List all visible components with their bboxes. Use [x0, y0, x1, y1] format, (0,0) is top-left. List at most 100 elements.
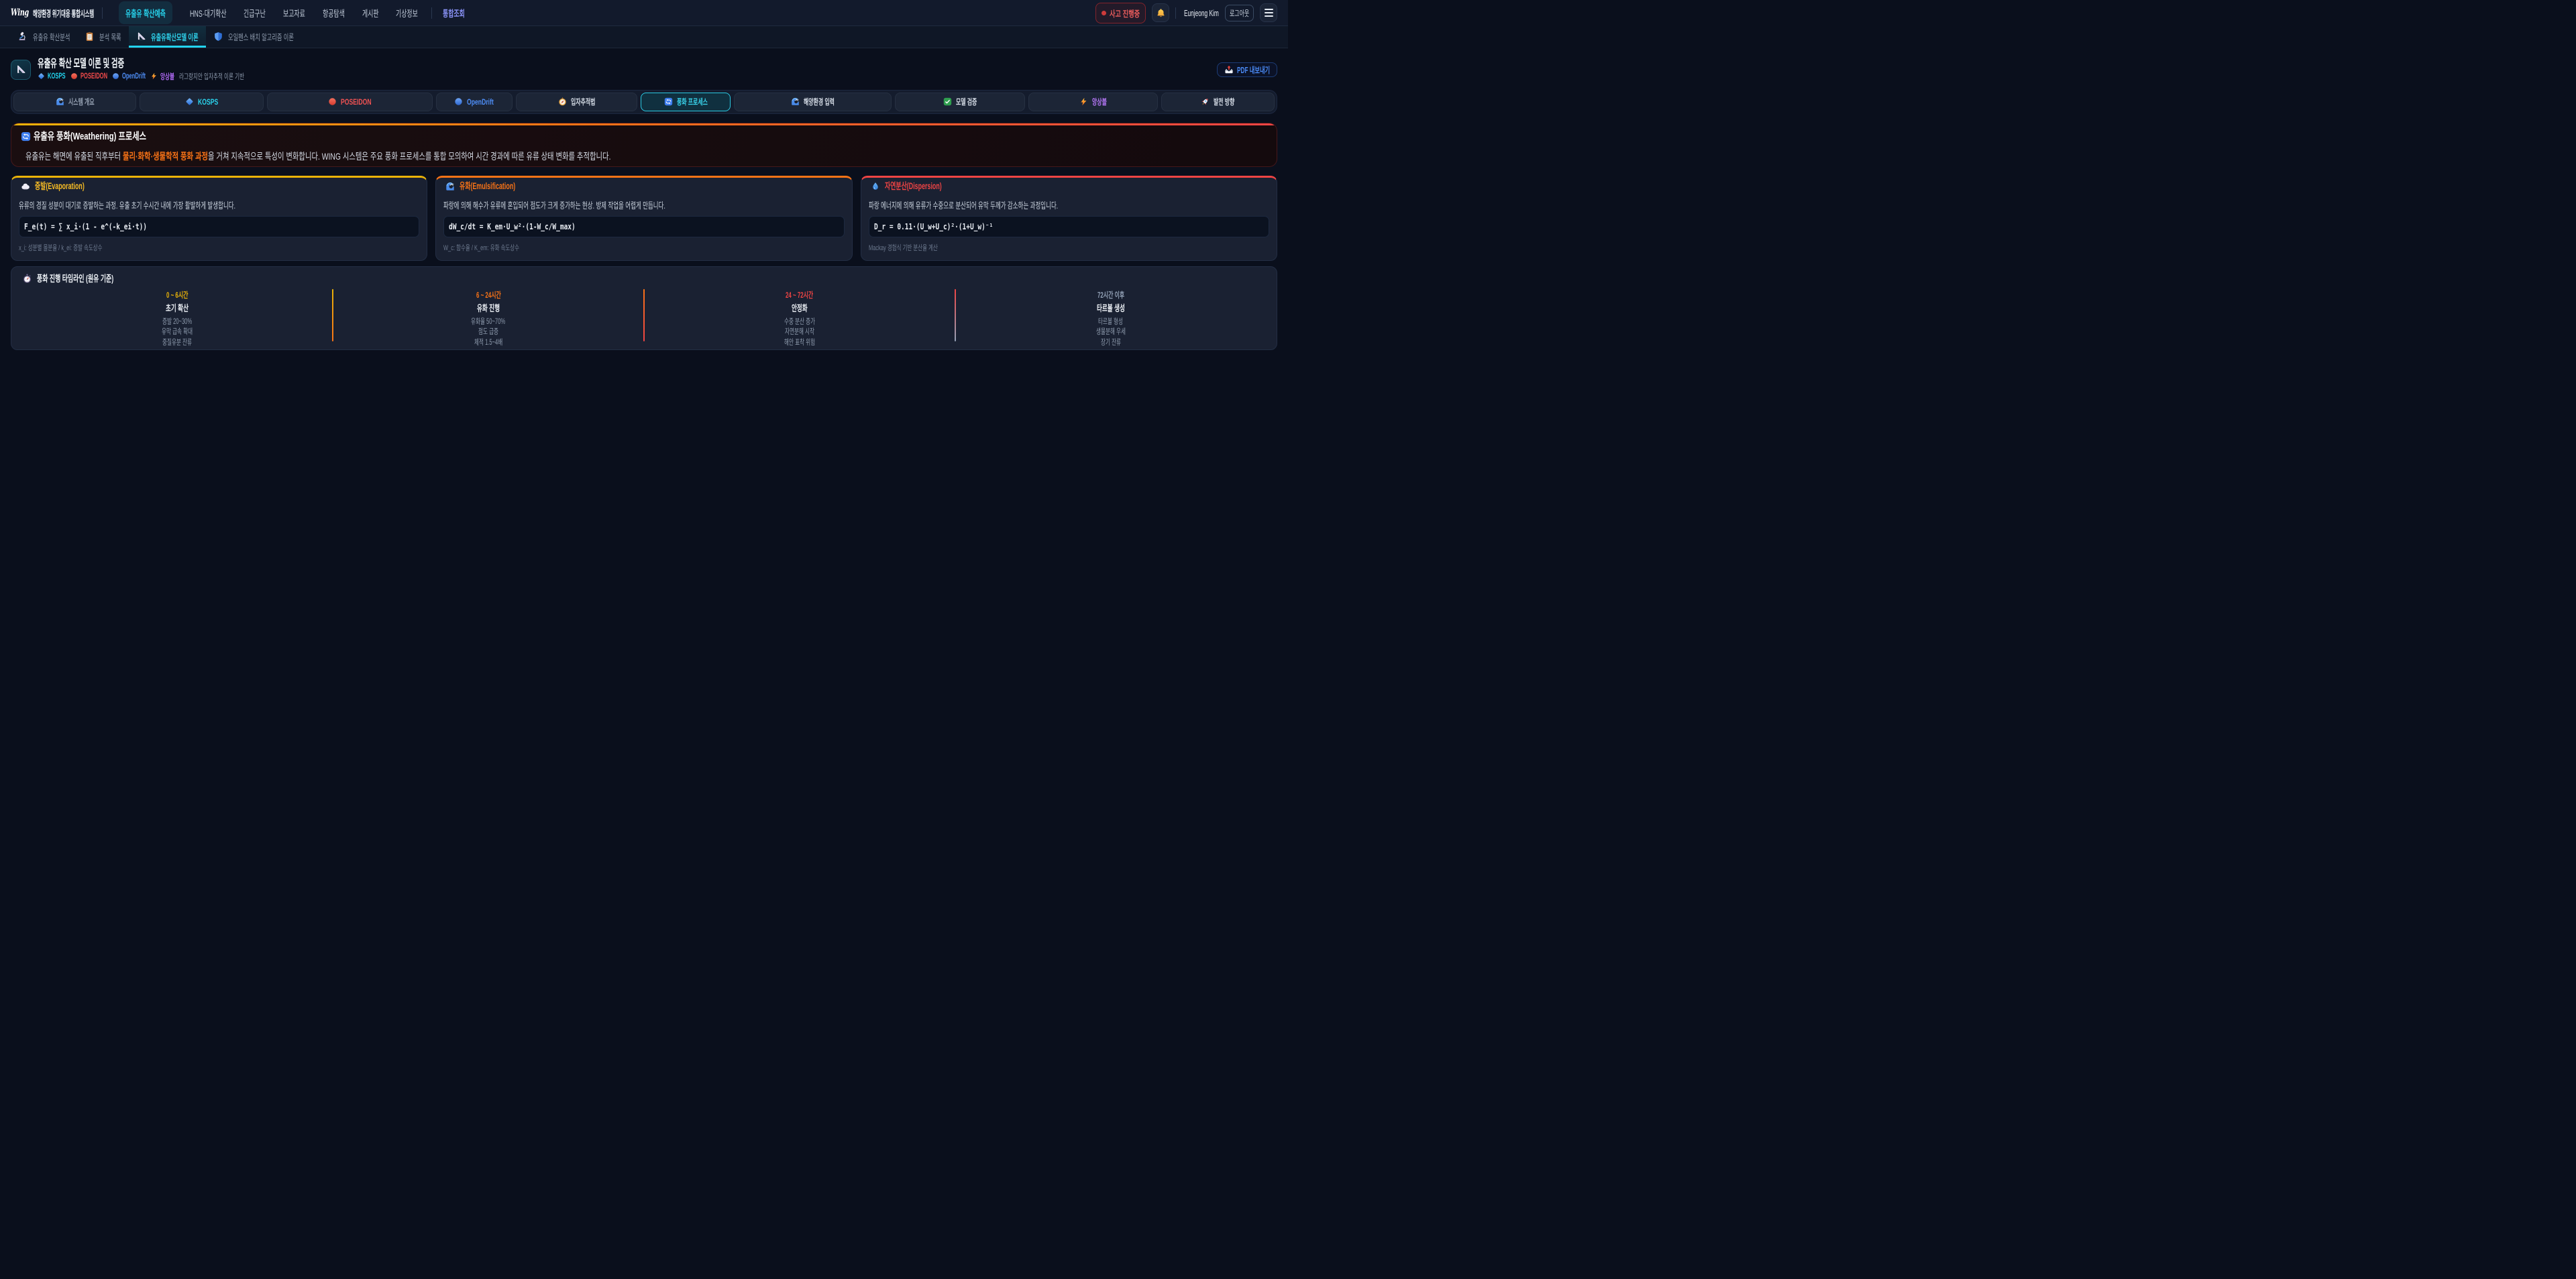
stage-name: 유화 진행: [333, 304, 643, 313]
incident-dot-icon: [1102, 11, 1106, 15]
badge-label: POSEIDON: [80, 72, 107, 80]
stage-name: 초기 확산: [22, 304, 332, 313]
main-content: 유출유 확산 모델 이론 및 검증 KOSPS POSEIDON OpenDri…: [0, 48, 1288, 350]
nav-item-weather-info[interactable]: 기상정보: [396, 6, 418, 19]
wave-icon: [56, 97, 64, 106]
stopwatch-icon: [22, 274, 32, 284]
incident-status-badge[interactable]: 사고 진행중: [1095, 3, 1146, 23]
section-tab-weathering-process[interactable]: 풍화 프로세스: [641, 93, 731, 111]
section-tab-ocean-env-input[interactable]: 해양환경 입력: [734, 93, 892, 111]
section-tab-future-direction[interactable]: 발전 방향: [1161, 93, 1275, 111]
tab-oil-fence-algorithm-theory[interactable]: 오일펜스 배치 알고리즘 이론: [206, 26, 301, 48]
stage-time: 0 ~ 6시간: [22, 291, 332, 300]
stage-item: 유화율 50~70%: [333, 317, 643, 328]
stage-time-text: 6 ~ 24시간: [476, 291, 501, 300]
droplet-icon: [871, 182, 880, 191]
tab-label: 유출유 확산분석: [33, 30, 70, 43]
logout-button[interactable]: 로그아웃: [1225, 5, 1254, 21]
top-navigation-bar: Wing 해양환경 위기대응 통합시스템 유출유 확산예측 HNS·대기확산 긴…: [0, 0, 1288, 26]
section-tab-kosps[interactable]: KOSPS: [140, 93, 264, 111]
rocket-icon: [1201, 97, 1210, 106]
section-tab-particle-tracking[interactable]: 입자추적법: [516, 93, 637, 111]
card-description: 파랑 에너지에 의해 유류가 수중으로 분산되어 유막 두께가 감소하는 과정입…: [869, 201, 1269, 211]
banner-title-text: 유출유 풍화(Weathering) 프로세스: [34, 131, 146, 143]
notification-button[interactable]: [1152, 3, 1169, 22]
repeat-icon: [21, 131, 31, 142]
badge-poseidon: POSEIDON: [70, 72, 107, 80]
nav-item-board[interactable]: 게시판: [362, 6, 379, 19]
stage-item-text: 중질유분 잔류: [162, 338, 192, 349]
tab-label: 오일펜스 배치 알고리즘 이론: [228, 30, 294, 43]
stage-time: 6 ~ 24시간: [333, 291, 643, 300]
stage-items: 증발 20~30%유막 급속 확대중질유분 잔류: [22, 317, 332, 349]
section-tab-label: 모델 검증: [956, 96, 977, 107]
section-tab-label: KOSPS: [198, 97, 218, 107]
nav-item-aerial-search[interactable]: 항공탐색: [323, 6, 345, 19]
card-footnote: Mackay 경험식 기반 분산율 계산: [869, 244, 1269, 252]
nav-divider: [431, 7, 432, 19]
lightning-icon: [150, 72, 158, 80]
badge-kosps: KOSPS: [38, 72, 66, 80]
blue-circle-icon: [454, 97, 463, 106]
tab-spill-analysis[interactable]: 유출유 확산분석: [11, 26, 77, 48]
section-tab-system-overview[interactable]: 시스템 개요: [13, 93, 136, 111]
nav-item-integrated-search[interactable]: 통합조회: [443, 6, 465, 19]
header-divider: [102, 7, 103, 19]
card-formula-text: dW_c/dt = K_em·U_w²·(1-W_c/W_max): [449, 222, 576, 231]
stage-item: 자연분해 시작: [645, 327, 955, 338]
nav-item-emergency-rescue[interactable]: 긴급구난: [244, 6, 266, 19]
logout-label: 로그아웃: [1230, 7, 1249, 19]
card-emulsification: 유화(Emulsification) 파랑에 의해 해수가 유류에 혼입되어 점…: [435, 176, 852, 261]
timeline-stage-tarball: 72시간 이후 타르볼 생성 타르볼 형성생물분해 우세장기 잔류: [956, 289, 1266, 349]
nav-label: 긴급구난: [244, 6, 266, 19]
stage-item-text: 증발 20~30%: [162, 317, 192, 328]
stage-name-text: 유화 진행: [477, 304, 500, 313]
pdf-export-label: PDF 내보내기: [1237, 63, 1270, 76]
timeline-stage-initial-spread: 0 ~ 6시간 초기 확산 증발 20~30%유막 급속 확대중질유분 잔류: [22, 289, 332, 349]
section-tab-poseidon[interactable]: POSEIDON: [267, 93, 432, 111]
stage-time-text: 72시간 이후: [1097, 291, 1124, 300]
stage-item-text: 해안 표착 위험: [784, 338, 815, 349]
card-description-text: 파랑에 의해 해수가 유류에 혼입되어 점도가 크게 증가하는 현상. 방제 작…: [443, 201, 665, 211]
timeline-title-text: 풍화 진행 타임라인 (원유 기준): [37, 274, 113, 284]
stage-item: 체적 1.5~4배: [333, 338, 643, 349]
blue-diamond-icon: [38, 72, 45, 80]
burger-line: [1265, 9, 1273, 10]
nav-item-reports[interactable]: 보고자료: [283, 6, 305, 19]
lightning-icon: [1079, 97, 1088, 106]
section-tab-label: 입자추적법: [571, 96, 595, 107]
card-formula: F_e(t) = ∑ x_i·(1 - e^(-k_ei·t)): [19, 216, 419, 237]
pdf-export-button[interactable]: PDF 내보내기: [1217, 62, 1277, 77]
stage-item-text: 유막 급속 확대: [162, 327, 193, 338]
stage-name: 안정화: [645, 304, 955, 313]
section-tab-row: 시스템 개요 KOSPS POSEIDON OpenDrift 입자추적법 풍화…: [11, 90, 1277, 114]
section-tab-opendrift[interactable]: OpenDrift: [436, 93, 513, 111]
nav-item-hns-diffusion[interactable]: HNS·대기확산: [190, 6, 227, 19]
section-tab-ensemble[interactable]: 앙상블: [1028, 93, 1158, 111]
section-tab-model-validation[interactable]: 모델 검증: [895, 93, 1024, 111]
blue-diamond-icon: [185, 97, 194, 106]
red-circle-icon: [70, 72, 78, 80]
card-title-text: 증발(Evaporation): [35, 181, 85, 192]
stage-item: 유막 급속 확대: [22, 327, 332, 338]
section-tab-label: 앙상블: [1092, 96, 1107, 107]
stage-name-text: 초기 확산: [166, 304, 189, 313]
repeat-icon: [664, 97, 673, 106]
stage-items: 타르볼 형성생물분해 우세장기 잔류: [956, 317, 1266, 349]
burger-line: [1265, 15, 1273, 17]
nav-item-oil-spill-prediction[interactable]: 유출유 확산예측: [119, 1, 172, 24]
section-tab-label: POSEIDON: [341, 97, 372, 107]
nav-label: 항공탐색: [323, 6, 345, 19]
badge-label: 앙상블: [160, 71, 174, 82]
user-divider: [1175, 7, 1176, 19]
menu-button[interactable]: [1260, 3, 1277, 22]
card-footnote-text: x_i: 성분별 몰분율 / k_ei: 증발 속도상수: [19, 244, 103, 252]
tab-analysis-list[interactable]: 분석 목록: [77, 26, 129, 48]
card-description-text: 유류의 경질 성분이 대기로 증발하는 과정. 유출 초기 수시간 내에 가장 …: [19, 201, 235, 211]
blue-circle-icon: [112, 72, 119, 80]
card-footnote-text: Mackay 경험식 기반 분산율 계산: [869, 244, 938, 252]
clipboard-icon: [85, 32, 95, 42]
stage-item-text: 장기 잔류: [1101, 338, 1121, 349]
tab-diffusion-model-theory[interactable]: 유출유확산모델 이론: [129, 26, 206, 48]
microscope-icon: [18, 32, 28, 42]
